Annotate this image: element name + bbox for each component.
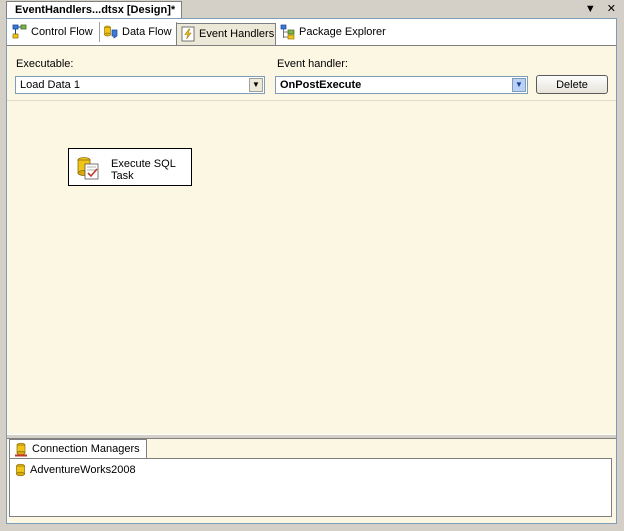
executable-label: Executable: — [16, 58, 74, 70]
tab-data-flow[interactable]: Data Flow — [100, 22, 177, 42]
connection-item[interactable]: AdventureWorks2008 — [14, 463, 136, 479]
event-handlers-icon — [181, 26, 195, 42]
close-icon[interactable]: ✕ — [607, 3, 616, 15]
connection-managers-tab-label: Connection Managers — [32, 443, 140, 455]
control-flow-icon — [12, 24, 27, 39]
connection-managers-list[interactable]: AdventureWorks2008 — [9, 458, 612, 517]
document-tab-title: EventHandlers...dtsx [Design]* — [15, 4, 176, 16]
tab-label: Package Explorer — [299, 26, 386, 38]
package-explorer-icon — [280, 24, 295, 40]
tab-label: Data Flow — [122, 26, 172, 38]
delete-button[interactable]: Delete — [536, 75, 608, 94]
document-tab[interactable]: EventHandlers...dtsx [Design]* — [6, 1, 183, 18]
connection-icon — [16, 463, 25, 477]
event-handler-label: Event handler: — [277, 58, 348, 70]
document-tab-strip: EventHandlers...dtsx [Design]* ▼ ✕ — [0, 0, 624, 18]
event-handler-value: OnPostExecute — [280, 79, 362, 91]
tab-label: Control Flow — [31, 26, 93, 38]
connection-item-label: AdventureWorks2008 — [30, 464, 136, 476]
design-surface[interactable]: Execute SQL Task — [7, 100, 616, 435]
tab-label: Event Handlers — [199, 28, 275, 40]
designer-window: Control Flow Data Flow Event Handlers Pa… — [6, 18, 617, 524]
tab-connection-managers[interactable]: Connection Managers — [9, 439, 147, 459]
execute-sql-task[interactable]: Execute SQL Task — [68, 148, 192, 186]
designer-tabs: Control Flow Data Flow Event Handlers Pa… — [7, 19, 616, 46]
event-handler-toolbar: Executable: Load Data 1 ▼ Event handler:… — [7, 46, 616, 98]
chevron-down-icon[interactable]: ▼ — [249, 78, 263, 92]
executable-value: Load Data 1 — [20, 79, 80, 91]
tab-package-explorer[interactable]: Package Explorer — [277, 22, 386, 42]
data-flow-icon — [104, 25, 118, 39]
event-handler-dropdown[interactable]: OnPostExecute ▼ — [275, 76, 528, 94]
connection-managers-pane: Connection Managers AdventureWorks2008 — [7, 439, 616, 523]
execute-sql-task-icon — [77, 157, 99, 180]
executable-dropdown[interactable]: Load Data 1 ▼ — [15, 76, 265, 94]
tab-event-handlers[interactable]: Event Handlers — [176, 23, 276, 45]
connection-managers-icon — [15, 442, 27, 457]
task-label: Execute SQL Task — [111, 158, 176, 182]
window-controls: ▼ ✕ — [577, 2, 616, 15]
tab-control-flow[interactable]: Control Flow — [9, 22, 100, 42]
dropdown-icon[interactable]: ▼ — [585, 3, 596, 15]
chevron-down-icon[interactable]: ▼ — [512, 78, 526, 92]
